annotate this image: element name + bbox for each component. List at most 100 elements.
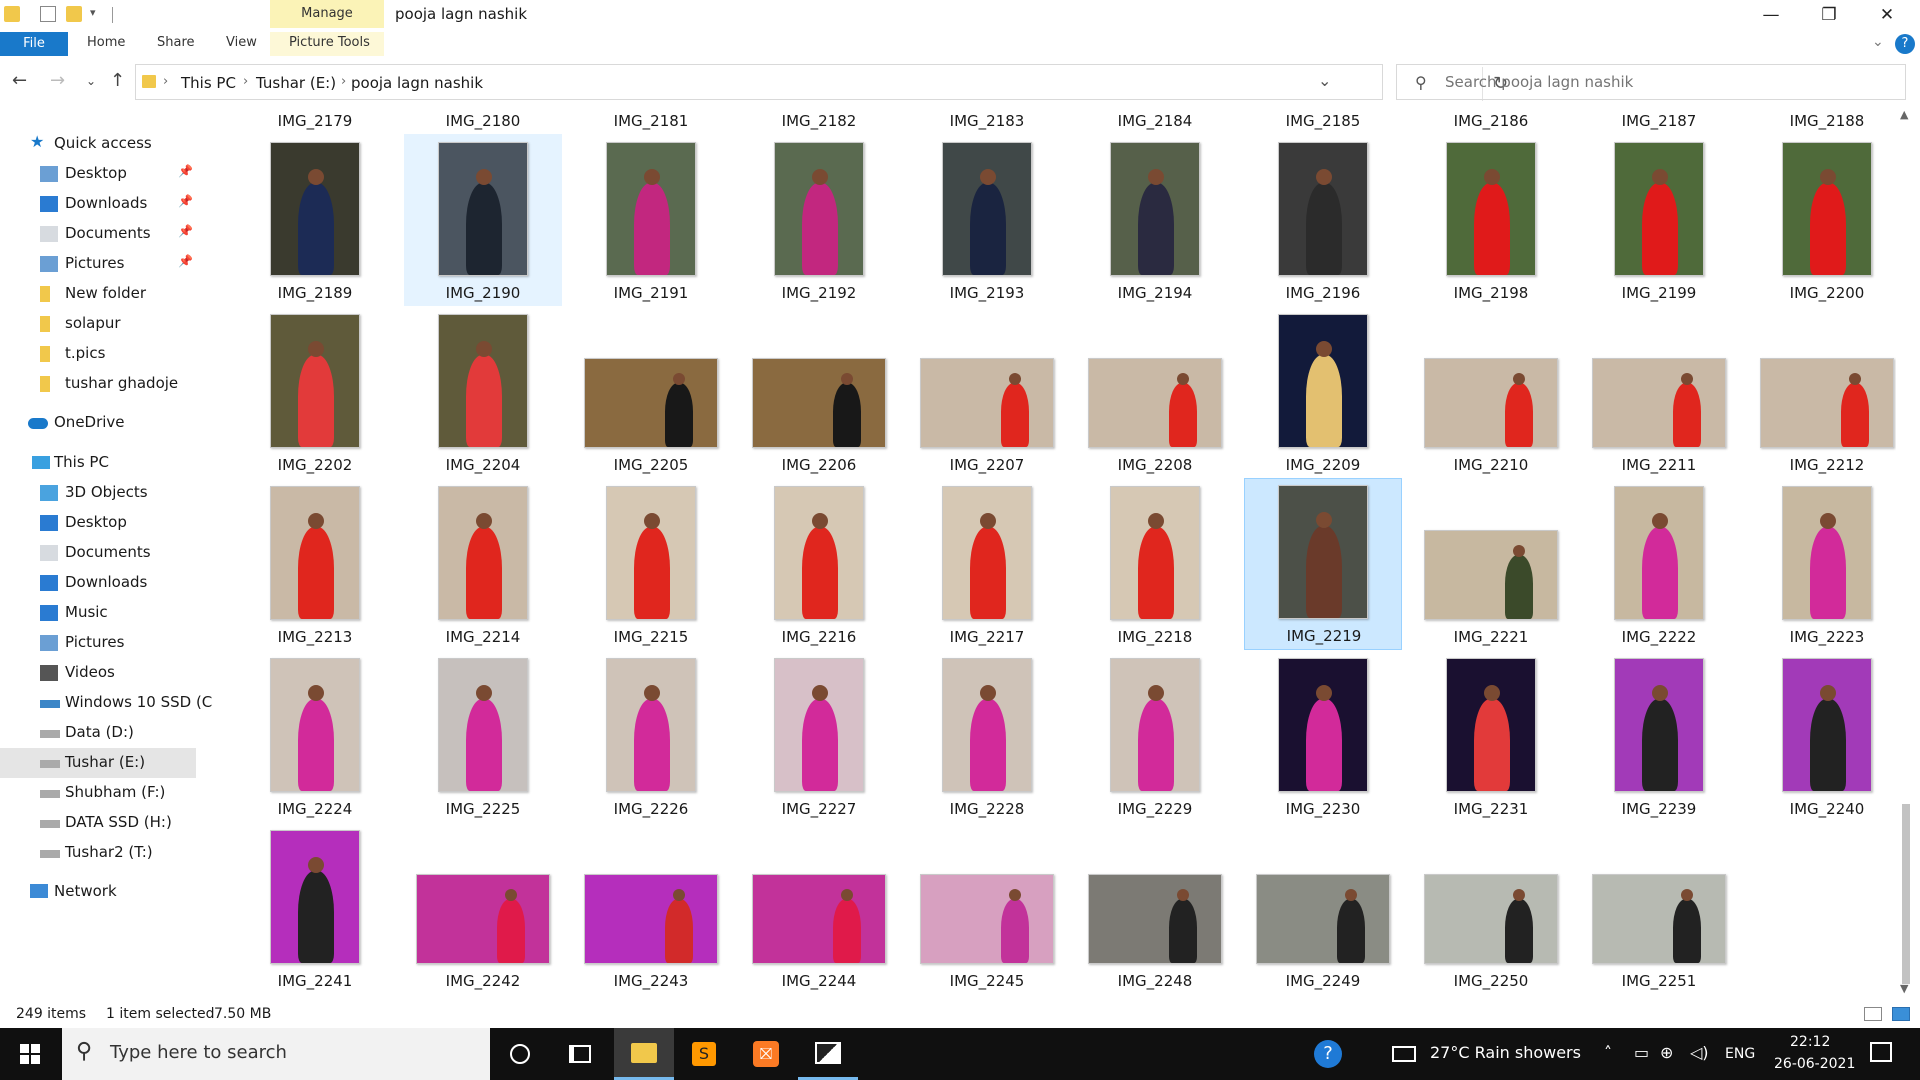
breadcrumb-separator-icon[interactable]: › (163, 74, 168, 89)
restore-button[interactable]: ❐ (1800, 0, 1858, 30)
file-thumbnail-item[interactable]: IMG_2251 (1580, 822, 1738, 994)
taskbar-app-file-explorer[interactable] (614, 1028, 674, 1080)
file-thumbnail-item[interactable]: IMG_2200 (1748, 134, 1896, 306)
tab-home[interactable]: Home (87, 35, 125, 50)
file-thumbnail-item[interactable]: IMG_2216 (740, 478, 898, 650)
clock-date[interactable]: 26-06-2021 (1774, 1056, 1855, 1072)
notifications-icon[interactable] (1870, 1042, 1892, 1062)
file-thumbnail-item[interactable]: IMG_2241 (236, 822, 394, 994)
file-view[interactable]: IMG_2179 IMG_2180 IMG_2181 IMG_2182 IMG_2183… (236, 108, 1896, 1000)
file-thumbnail-item[interactable]: IMG_2224 (236, 650, 394, 822)
file-thumbnail-item[interactable]: IMG_2248 (1076, 822, 1234, 994)
file-thumbnail-item[interactable]: IMG_2249 (1244, 822, 1402, 994)
file-thumbnail-item[interactable]: IMG_2227 (740, 650, 898, 822)
file-thumbnail-item[interactable]: IMG_2194 (1076, 134, 1234, 306)
file-name[interactable]: IMG_2187 (1584, 112, 1734, 130)
nav-quick-access[interactable]: ★ Quick access (0, 129, 196, 159)
file-thumbnail-item[interactable]: IMG_2207 (908, 306, 1066, 478)
search-box[interactable]: ⚲ (1396, 64, 1906, 100)
nav-pc-data-d[interactable]: Data (D:) (0, 718, 196, 748)
nav-this-pc[interactable]: This PC (0, 448, 196, 478)
tab-picture-tools[interactable]: Picture Tools (289, 35, 370, 50)
cortana-button[interactable] (490, 1028, 550, 1080)
file-thumbnail-item[interactable]: IMG_2190 (404, 134, 562, 306)
properties-icon[interactable] (40, 6, 56, 22)
tab-view[interactable]: View (226, 35, 257, 50)
file-thumbnail-item[interactable]: IMG_2205 (572, 306, 730, 478)
vertical-scrollbar[interactable]: ▲ ▼ (1898, 108, 1916, 1000)
taskbar-app-sublime[interactable]: S (674, 1028, 734, 1080)
breadcrumb-tushar-e[interactable]: Tushar (E:) (256, 74, 336, 92)
file-name[interactable]: IMG_2186 (1416, 112, 1566, 130)
file-name[interactable]: IMG_2188 (1752, 112, 1896, 130)
file-name[interactable]: IMG_2184 (1080, 112, 1230, 130)
nav-pc-windows-10-ssd-c[interactable]: Windows 10 SSD (C (0, 688, 212, 718)
nav-quick-documents[interactable]: Documents 📌 (0, 219, 196, 249)
file-name[interactable]: IMG_2185 (1248, 112, 1398, 130)
battery-icon[interactable]: ▭ (1634, 1043, 1649, 1062)
file-thumbnail-item[interactable]: IMG_2222 (1580, 478, 1738, 650)
nav-pc-tushar2-t[interactable]: Tushar2 (T:) (0, 838, 196, 868)
file-name[interactable]: IMG_2180 (408, 112, 558, 130)
volume-icon[interactable]: ◁) (1690, 1043, 1709, 1062)
nav-pc-music[interactable]: Music (0, 598, 196, 628)
nav-quick-desktop[interactable]: Desktop 📌 (0, 159, 196, 189)
nav-network[interactable]: Network (0, 877, 196, 907)
breadcrumb-this-pc[interactable]: This PC (181, 74, 236, 92)
file-thumbnail-item[interactable]: IMG_2213 (236, 478, 394, 650)
file-thumbnail-item[interactable]: IMG_2242 (404, 822, 562, 994)
nav-pc-tushar-e[interactable]: Tushar (E:) (0, 748, 196, 778)
pin-icon[interactable]: 📌 (178, 224, 193, 238)
file-thumbnail-item[interactable]: IMG_2198 (1412, 134, 1570, 306)
file-thumbnail-item[interactable]: IMG_2206 (740, 306, 898, 478)
file-thumbnail-item[interactable]: IMG_2215 (572, 478, 730, 650)
start-button[interactable] (0, 1028, 60, 1080)
file-thumbnail-item[interactable]: IMG_2221 (1412, 478, 1570, 650)
file-thumbnail-item[interactable]: IMG_2211 (1580, 306, 1738, 478)
file-thumbnail-item[interactable]: IMG_2202 (236, 306, 394, 478)
close-button[interactable]: ✕ (1858, 0, 1916, 30)
scroll-down-arrow-icon[interactable]: ▼ (1900, 982, 1908, 995)
manage-tab[interactable]: Manage (270, 0, 384, 28)
network-globe-icon[interactable]: ⊕ (1660, 1043, 1673, 1062)
file-thumbnail-item[interactable]: IMG_2192 (740, 134, 898, 306)
task-view-button[interactable] (550, 1028, 610, 1080)
taskbar-search-box[interactable]: ⚲ Type here to search (62, 1028, 490, 1080)
address-history-chevron-icon[interactable]: ⌄ (1318, 71, 1331, 90)
file-thumbnail-item[interactable]: IMG_2243 (572, 822, 730, 994)
file-name[interactable]: IMG_2183 (912, 112, 1062, 130)
taskbar-app-photos[interactable] (798, 1028, 858, 1080)
file-thumbnail-item[interactable]: IMG_2193 (908, 134, 1066, 306)
file-thumbnail-item[interactable]: IMG_2199 (1580, 134, 1738, 306)
file-thumbnail-item[interactable]: IMG_2225 (404, 650, 562, 822)
clock-time[interactable]: 22:12 (1790, 1034, 1830, 1050)
file-thumbnail-item[interactable]: IMG_2217 (908, 478, 1066, 650)
nav-pc-data-ssd-h[interactable]: DATA SSD (H:) (0, 808, 196, 838)
pin-icon[interactable]: 📌 (178, 164, 193, 178)
taskbar-app-xampp[interactable]: ⛝ (736, 1028, 796, 1080)
nav-pc-pictures[interactable]: Pictures (0, 628, 196, 658)
file-thumbnail-item[interactable]: IMG_2212 (1748, 306, 1896, 478)
minimize-button[interactable]: — (1742, 0, 1800, 30)
file-name[interactable]: IMG_2182 (744, 112, 894, 130)
nav-quick-tushar-ghadoje[interactable]: tushar ghadoje (0, 369, 196, 399)
file-thumbnail-item[interactable]: IMG_2240 (1748, 650, 1896, 822)
file-thumbnail-item[interactable]: IMG_2210 (1412, 306, 1570, 478)
file-thumbnail-item[interactable]: IMG_2208 (1076, 306, 1234, 478)
scroll-up-arrow-icon[interactable]: ▲ (1900, 108, 1908, 121)
file-name[interactable]: IMG_2179 (240, 112, 390, 130)
file-thumbnail-item[interactable]: IMG_2229 (1076, 650, 1234, 822)
expand-ribbon-chevron-icon[interactable]: ⌄ (1872, 34, 1884, 50)
weather-icon[interactable] (1392, 1046, 1416, 1062)
recent-locations-chevron-icon[interactable]: ⌄ (86, 74, 96, 88)
file-thumbnail-item[interactable]: IMG_2230 (1244, 650, 1402, 822)
file-thumbnail-item[interactable]: IMG_2219 (1244, 478, 1402, 650)
customize-qat-chevron-icon[interactable]: ▾ (90, 6, 96, 19)
file-thumbnail-item[interactable]: IMG_2189 (236, 134, 394, 306)
breadcrumb-separator-icon[interactable]: › (243, 74, 248, 89)
file-thumbnail-item[interactable]: IMG_2204 (404, 306, 562, 478)
weather-text[interactable]: 27°C Rain showers (1430, 1043, 1581, 1062)
nav-pc-downloads[interactable]: Downloads (0, 568, 196, 598)
file-thumbnail-item[interactable]: IMG_2244 (740, 822, 898, 994)
file-thumbnail-item[interactable]: IMG_2245 (908, 822, 1066, 994)
